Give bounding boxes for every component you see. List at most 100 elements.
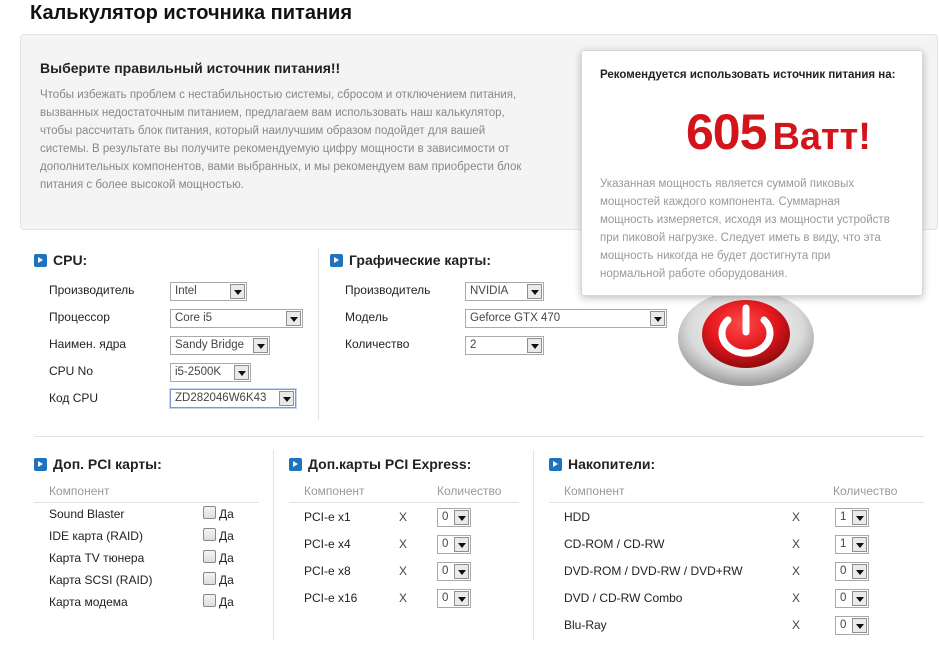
multiply-sign: X [792,564,801,578]
select-value: 0 [442,538,449,550]
cpu-section-heading: CPU: [34,252,87,268]
cpu-processor-select[interactable]: Core i5 [170,309,303,328]
chevron-down-icon [650,311,665,326]
divider [34,502,259,503]
cpu-core-label: Наимен. ядра [49,337,127,351]
storage-cdrom-quantity-select[interactable]: 1 [835,535,869,554]
storage-heading-label: Накопители: [568,456,656,472]
pcie-x8-quantity-select[interactable]: 0 [437,562,471,581]
pcie-x1-quantity-select[interactable]: 0 [437,508,471,527]
pci-item-label: Карта SCSI (RAID) [49,573,153,587]
chevron-down-icon [852,510,867,525]
checkbox-label: Да [219,573,234,587]
select-value: Geforce GTX 470 [470,312,561,324]
recommended-wattage: 605 Ватт! [686,103,871,161]
recommendation-panel: Рекомендуется использовать источник пита… [581,50,923,296]
chevron-down-icon [230,284,245,299]
chevron-down-icon [454,537,469,552]
note-line: мощностей каждого компонента. Суммарная [600,196,841,208]
select-value: 0 [442,511,449,523]
storage-dvdrom-quantity-select[interactable]: 0 [835,562,869,581]
gpu-heading-label: Графические карты: [349,252,492,268]
pcie-item-label: PCI-e x4 [304,537,351,551]
pcie-x16-quantity-select[interactable]: 0 [437,589,471,608]
select-value: 0 [442,565,449,577]
divider [289,502,519,503]
gpu-model-label: Модель [345,310,389,324]
multiply-sign: X [399,537,408,551]
gpu-quantity-select[interactable]: 2 [465,336,544,355]
arrow-right-icon [330,253,343,267]
storage-item-label: Blu-Ray [564,618,607,632]
divider [273,450,274,640]
cpu-heading-label: CPU: [53,252,88,268]
divider [34,436,924,437]
storage-quantity-header: Количество [833,484,898,498]
pci-modem-checkbox[interactable] [203,594,216,607]
chevron-down-icon [286,311,301,326]
multiply-sign: X [399,591,408,605]
divider [549,502,924,503]
gpu-model-select[interactable]: Geforce GTX 470 [465,309,667,328]
pci-heading-label: Доп. PCI карты: [53,456,162,472]
multiply-sign: X [792,510,801,524]
cpu-number-label: CPU No [49,364,94,378]
page-title: Калькулятор источника питания [30,2,353,24]
arrow-right-icon [34,457,47,471]
chevron-down-icon [852,618,867,633]
storage-item-label: HDD [564,510,590,524]
intro-heading: Выберите правильный источник питания!! [40,60,341,76]
gpu-manufacturer-select[interactable]: NVIDIA [465,282,544,301]
pcie-x4-quantity-select[interactable]: 0 [437,535,471,554]
pci-item-label: IDE карта (RAID) [49,529,143,543]
chevron-down-icon [253,338,268,353]
cpu-code-select[interactable]: ZD282046W6K43 [170,389,296,408]
checkbox-label: Да [219,551,234,565]
pcie-item-label: PCI-e x8 [304,564,351,578]
multiply-sign: X [792,537,801,551]
intro-line: вызванных недостаточным питанием, предла… [40,107,505,119]
storage-combo-quantity-select[interactable]: 0 [835,589,869,608]
storage-component-header: Компонент [564,484,625,498]
pci-sound-blaster-checkbox[interactable] [203,506,216,519]
chevron-down-icon [852,591,867,606]
wattage-value: 605 [686,104,767,160]
cpu-manufacturer-label: Производитель [49,283,135,297]
chevron-down-icon [527,338,542,353]
pci-scsi-raid-checkbox[interactable] [203,572,216,585]
cpu-manufacturer-select[interactable]: Intel [170,282,247,301]
chevron-down-icon [852,537,867,552]
chevron-down-icon [454,564,469,579]
intro-line: чтобы рассчитать блок питания, который н… [40,125,486,137]
intro-text: Чтобы избежать проблем с нестабильностью… [40,86,560,194]
storage-item-label: DVD / CD-RW Combo [564,591,683,605]
checkbox-label: Да [219,529,234,543]
note-line: Указанная мощность является суммой пиков… [600,178,855,190]
select-value: Sandy Bridge [175,339,245,351]
pci-ide-raid-checkbox[interactable] [203,528,216,541]
arrow-right-icon [549,457,562,471]
divider [318,248,319,420]
intro-line: Чтобы избежать проблем с нестабильностью… [40,89,517,101]
cpu-number-select[interactable]: i5-2500K [170,363,251,382]
intro-line: дополнительных компонентов, вами выбранн… [40,161,522,173]
storage-item-label: CD-ROM / CD-RW [564,537,665,551]
cpu-core-select[interactable]: Sandy Bridge [170,336,270,355]
chevron-down-icon [454,591,469,606]
checkbox-label: Да [219,595,234,609]
multiply-sign: X [399,564,408,578]
pcie-component-header: Компонент [304,484,365,498]
checkbox-label: Да [219,507,234,521]
select-value: 0 [442,592,449,604]
pcie-item-label: PCI-e x1 [304,510,351,524]
pci-tv-tuner-checkbox[interactable] [203,550,216,563]
chevron-down-icon [527,284,542,299]
cpu-code-label: Код CPU [49,391,99,405]
chevron-down-icon [279,391,294,406]
storage-bluray-quantity-select[interactable]: 0 [835,616,869,635]
recommendation-title: Рекомендуется использовать источник пита… [600,69,896,81]
select-value: NVIDIA [470,285,509,297]
cpu-processor-label: Процессор [49,310,110,324]
select-value: 0 [840,565,847,577]
storage-hdd-quantity-select[interactable]: 1 [835,508,869,527]
